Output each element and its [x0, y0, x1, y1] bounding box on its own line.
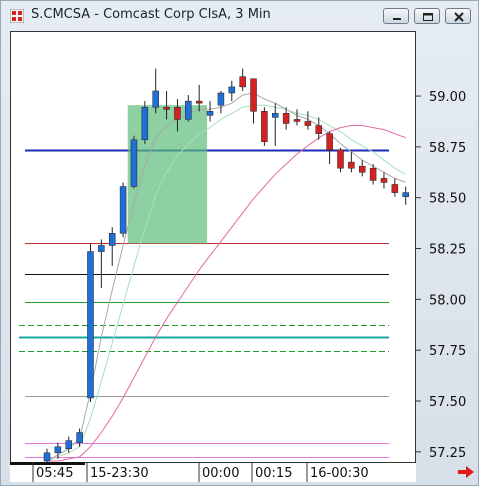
window-title: S.CMCSA - Comcast Corp ClsA, 3 Min [31, 7, 271, 22]
candle[interactable] [261, 107, 268, 146]
y-tick-label: 58.25 [429, 243, 466, 258]
x-tick-label: 05:45 [36, 466, 73, 481]
candle[interactable] [272, 103, 279, 146]
candle[interactable] [228, 80, 236, 102]
candle-body [228, 86, 236, 94]
candle-body [348, 161, 355, 169]
candle[interactable] [119, 182, 127, 238]
candle[interactable] [337, 147, 344, 173]
time-axis[interactable]: 05:45 15-23:30 00:00 00:15 16-00:30 [10, 462, 416, 482]
candle-body [261, 111, 268, 143]
candlesticks [43, 68, 409, 466]
candle[interactable] [380, 172, 388, 189]
y-tick-label: 58.00 [429, 293, 466, 308]
candle-body [326, 133, 333, 151]
candle-body [195, 100, 203, 104]
candle[interactable] [293, 109, 301, 126]
y-tick-label: 57.75 [429, 344, 466, 359]
candle-body [380, 178, 388, 183]
x-tick-label: 15-23:30 [90, 466, 149, 481]
candle[interactable] [402, 186, 409, 205]
candle-body [217, 92, 225, 106]
candle-body [206, 111, 214, 116]
candle[interactable] [108, 227, 116, 266]
y-tick-label: 57.25 [429, 446, 466, 461]
y-tick-label: 58.50 [429, 192, 466, 207]
x-tick-label: 00:15 [255, 466, 292, 481]
candle[interactable] [358, 160, 366, 177]
candle-body [250, 78, 257, 112]
scroll-right-arrow-icon[interactable] [458, 466, 474, 478]
x-tick-label: 16-00:30 [310, 466, 369, 481]
candle-body [185, 100, 192, 120]
chart-window: S.CMCSA - Comcast Corp ClsA, 3 Min 59.00… [0, 0, 479, 486]
candle-body [272, 113, 279, 118]
restore-button[interactable] [414, 8, 440, 24]
candle-body [391, 184, 399, 193]
candle[interactable] [391, 178, 399, 197]
candle-body [76, 432, 83, 443]
candle[interactable] [217, 90, 225, 114]
candle[interactable] [185, 95, 192, 122]
candle[interactable] [130, 135, 138, 189]
candle-body [239, 76, 246, 88]
price-axis[interactable]: 59.00 58.75 58.50 58.25 58.00 57.75 57.50 57.25 [416, 31, 478, 462]
candle-body [358, 165, 366, 173]
candle-body [315, 125, 322, 134]
minimize-button[interactable] [383, 8, 409, 24]
candle-body [87, 251, 94, 399]
y-tick-label: 58.75 [429, 141, 466, 156]
title-bar[interactable]: S.CMCSA - Comcast Corp ClsA, 3 Min [1, 1, 478, 29]
session-marker [10, 462, 85, 465]
candle-body [293, 119, 301, 122]
close-button[interactable] [445, 8, 471, 24]
candle[interactable] [43, 448, 51, 466]
candle-body [130, 139, 138, 187]
candle[interactable] [152, 68, 159, 114]
app-icon[interactable] [10, 9, 24, 23]
candle-body [119, 186, 127, 234]
candle-body [43, 452, 51, 462]
candle-body [282, 113, 290, 124]
candle-body [141, 106, 149, 140]
candle-body [152, 90, 159, 108]
moving-average-line [46, 92, 406, 462]
candle[interactable] [141, 101, 149, 144]
candle[interactable] [250, 78, 257, 124]
candle[interactable] [87, 243, 94, 403]
candle-body [337, 149, 344, 169]
candle[interactable] [98, 239, 105, 289]
moving-averages [46, 92, 406, 462]
y-tick-label: 59.00 [429, 90, 466, 105]
candle-body [65, 440, 72, 450]
candle-body [163, 106, 170, 110]
x-tick-label: 00:00 [202, 466, 239, 481]
chart-canvas[interactable] [11, 32, 417, 466]
candle-body [304, 121, 312, 126]
candle-body [98, 245, 105, 252]
candle[interactable] [206, 101, 214, 122]
candle-body [402, 192, 409, 197]
highlight-zone [127, 105, 208, 244]
chart-plot-area[interactable] [10, 31, 417, 466]
highlight-box [127, 105, 208, 244]
candle[interactable] [348, 151, 355, 173]
close-icon [454, 12, 464, 22]
minimize-icon [393, 18, 401, 20]
moving-average-line [46, 104, 406, 462]
candle[interactable] [326, 131, 333, 165]
y-tick-label: 57.50 [429, 395, 466, 410]
candle[interactable] [239, 68, 246, 91]
moving-average-line [47, 125, 406, 462]
candle-body [174, 106, 181, 120]
candle-body [108, 233, 116, 246]
restore-icon [423, 13, 433, 21]
candle-body [54, 446, 62, 454]
candle-body [369, 167, 377, 181]
